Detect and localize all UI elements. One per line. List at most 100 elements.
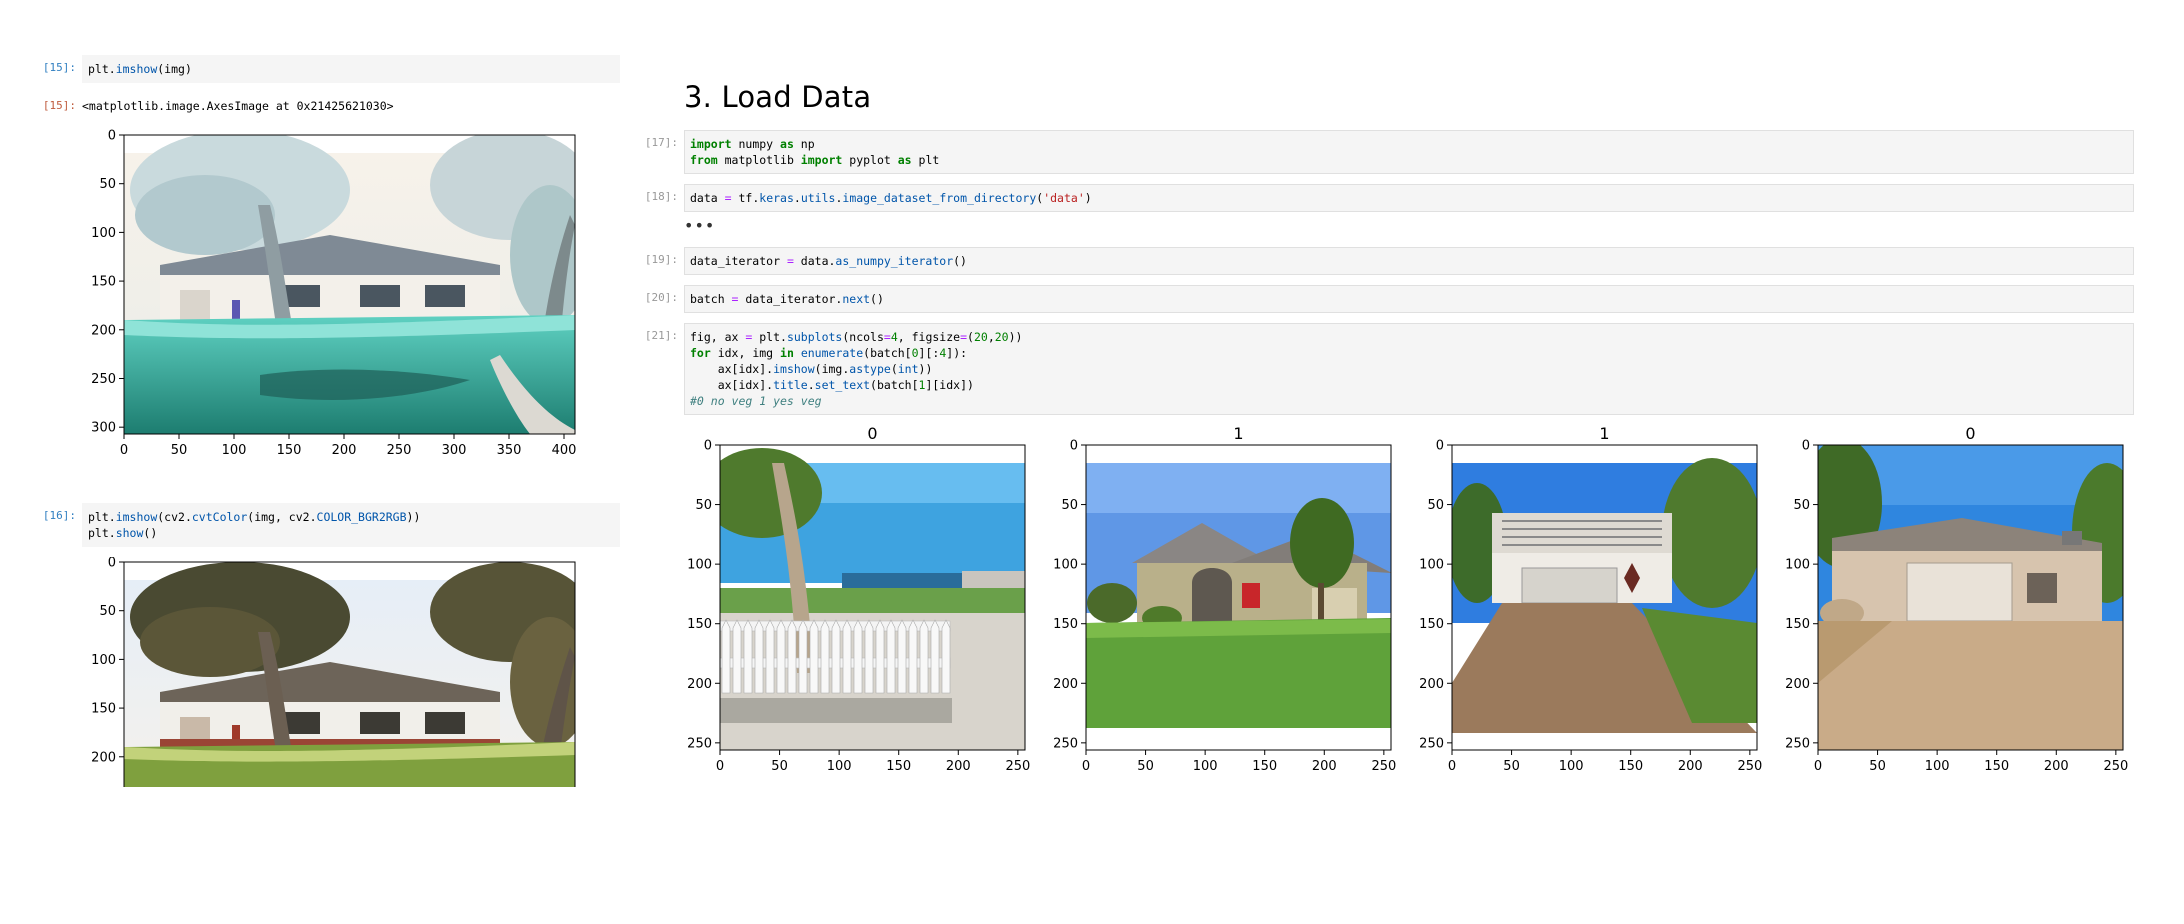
cell-21-prompt: [21]: <box>644 329 678 342</box>
subplot-1-image <box>720 445 1025 750</box>
rgb-house-image <box>124 562 575 787</box>
subplot-4-ytick-label-50: 50 <box>1793 498 1810 513</box>
subplot-1-ytick-label-250: 250 <box>687 736 712 751</box>
subplot-4-xtick-label-50: 50 <box>1869 759 1886 774</box>
code-cell-19[interactable]: [19]: data_iterator = data.as_numpy_iter… <box>632 247 2134 275</box>
plot16-ytick-label-0: 0 <box>108 557 116 571</box>
subplot-1-ytick-label-50: 50 <box>695 498 712 513</box>
subplot-1-ytick-label-200: 200 <box>687 677 712 692</box>
subplot-2-xtick-label-50: 50 <box>1137 759 1154 774</box>
subplot-4-ytick-label-0: 0 <box>1802 439 1810 454</box>
left-notebook-column: [15]: plt.imshow(img) [15]: <matplotlib.… <box>30 55 620 787</box>
cell-18-prompt: [18]: <box>644 190 678 203</box>
subplot-3-xtick-label-50: 50 <box>1503 759 1520 774</box>
subplot-3-ytick-label-250: 250 <box>1419 736 1444 751</box>
collapsed-output-ellipsis[interactable]: ••• <box>684 216 2134 235</box>
code-cell-15[interactable]: [15]: plt.imshow(img) <box>30 55 620 83</box>
subplot-4-title: 0 <box>1965 424 1975 443</box>
code-cell-17[interactable]: [17]: import numpy as np from matplotlib… <box>632 130 2134 174</box>
plot15-xtick-label-100: 100 <box>222 443 247 458</box>
subplot-3-ytick-label-100: 100 <box>1419 558 1444 573</box>
output-cell-15: [15]: <matplotlib.image.AxesImage at 0x2… <box>30 93 620 113</box>
section-heading-load-data: 3. Load Data <box>684 80 872 114</box>
plot-15-imshow: 0 50 100 150 200 250 300 0 50 100 150 200 250 300 350… <box>91 129 577 459</box>
subplot-3-xtick-label-200: 200 <box>1678 759 1703 774</box>
cell-15-out-prompt: [15]: <box>42 99 76 112</box>
plot15-xtick-label-300: 300 <box>442 443 467 458</box>
subplot-1-xtick-label-50: 50 <box>771 759 788 774</box>
code-cell-21[interactable]: [21]: fig, ax = plt.subplots(ncols=4, fi… <box>632 323 2134 415</box>
plot-15-yticks: 0 50 100 150 200 250 300 <box>91 129 124 436</box>
subplot-4-xtick-label-200: 200 <box>2044 759 2069 774</box>
plot-15-xticks: 0 50 100 150 200 250 300 350 400 <box>120 434 577 458</box>
subplot-4-xtick-label-0: 0 <box>1814 759 1822 774</box>
plot15-xtick-label-400: 400 <box>552 443 577 458</box>
subplot-4-ytick-label-150: 150 <box>1785 617 1810 632</box>
code-cell-16[interactable]: [16]: plt.imshow(cv2.cvtColor(img, cv2.C… <box>30 503 620 547</box>
subplot-1-ytick-label-100: 100 <box>687 558 712 573</box>
plot16-ytick-label-150: 150 <box>91 702 116 717</box>
subplot-1-title: 0 <box>867 424 877 443</box>
subplot-3-xtick-label-100: 100 <box>1559 759 1584 774</box>
subplot-3-ytick-label-0: 0 <box>1436 439 1444 454</box>
subplot-2-xtick-label-100: 100 <box>1193 759 1218 774</box>
subplot-2-ytick-label-50: 50 <box>1061 498 1078 513</box>
plot15-ytick-label-300: 300 <box>91 421 116 436</box>
cell-17-input[interactable]: import numpy as np from matplotlib impor… <box>684 130 2134 174</box>
code-cell-18[interactable]: [18]: data = tf.keras.utils.image_datase… <box>632 184 2134 212</box>
plot15-xtick-label-350: 350 <box>497 443 522 458</box>
subplot-2-xtick-label-250: 250 <box>1371 759 1396 774</box>
subplot-4-xtick-label-100: 100 <box>1925 759 1950 774</box>
cell-18-input[interactable]: data = tf.keras.utils.image_dataset_from… <box>684 184 2134 212</box>
subplot-3-ytick-label-150: 150 <box>1419 617 1444 632</box>
plot15-ytick-label-50: 50 <box>99 177 116 192</box>
cell-20-input[interactable]: batch = data_iterator.next() <box>684 285 2134 313</box>
plot15-ytick-label-0: 0 <box>108 129 116 144</box>
subplot-1-xtick-label-150: 150 <box>886 759 911 774</box>
subplot-3-xtick-label-0: 0 <box>1448 759 1456 774</box>
subplot-3-title: 1 <box>1599 424 1609 443</box>
plot16-ytick-label-50: 50 <box>99 604 116 619</box>
cell-21-input[interactable]: fig, ax = plt.subplots(ncols=4, figsize=… <box>684 323 2134 415</box>
subplot-2-xtick-label-150: 150 <box>1252 759 1277 774</box>
cell-16-input[interactable]: plt.imshow(cv2.cvtColor(img, cv2.COLOR_B… <box>82 503 620 547</box>
subplot-1-ytick-label-150: 150 <box>687 617 712 632</box>
cell-15-in-prompt: [15]: <box>42 61 76 74</box>
right-notebook-column: 3. Load Data [17]: import numpy as np fr… <box>632 80 2134 778</box>
subplot-2-ytick-label-250: 250 <box>1053 736 1078 751</box>
subplot-2-xtick-label-200: 200 <box>1312 759 1337 774</box>
subplot-2-ytick-label-0: 0 <box>1070 439 1078 454</box>
subplot-2-title: 1 <box>1233 424 1243 443</box>
subplot-4-ytick-label-250: 250 <box>1785 736 1810 751</box>
cell-15-output-text: <matplotlib.image.AxesImage at 0x2142562… <box>82 99 394 113</box>
subplot-2-ytick-label-150: 150 <box>1053 617 1078 632</box>
subplot-1-ytick-label-0: 0 <box>704 439 712 454</box>
subplot-1-xtick-label-250: 250 <box>1005 759 1030 774</box>
subplot-4-ytick-label-100: 100 <box>1785 558 1810 573</box>
subplot-4-image <box>1818 445 2123 750</box>
plot15-xtick-label-250: 250 <box>387 443 412 458</box>
subplot-1-xtick-label-100: 100 <box>827 759 852 774</box>
subplot-4-xtick-label-250: 250 <box>2103 759 2128 774</box>
plot15-xtick-label-50: 50 <box>171 443 188 458</box>
subplot-4-xtick-label-150: 150 <box>1984 759 2009 774</box>
cell-16-in-prompt: [16]: <box>42 509 76 522</box>
plot-16-yticks: 0 50 100 150 200 <box>91 557 124 765</box>
subplot-3-xtick-label-150: 150 <box>1618 759 1643 774</box>
plot15-ytick-label-150: 150 <box>91 275 116 290</box>
cell-19-prompt: [19]: <box>644 253 678 266</box>
cell-15-input[interactable]: plt.imshow(img) <box>82 55 620 83</box>
subplot-2-xtick-label-0: 0 <box>1082 759 1090 774</box>
cell-20-prompt: [20]: <box>644 291 678 304</box>
subplot-3-ytick-label-50: 50 <box>1427 498 1444 513</box>
subplot-2-image <box>1086 445 1391 750</box>
subplot-2-ytick-label-100: 100 <box>1053 558 1078 573</box>
code-cell-20[interactable]: [20]: batch = data_iterator.next() <box>632 285 2134 313</box>
subplot-2-ytick-label-200: 200 <box>1053 677 1078 692</box>
plot15-xtick-label-0: 0 <box>120 443 128 458</box>
plot15-xtick-label-150: 150 <box>277 443 302 458</box>
cell-19-input[interactable]: data_iterator = data.as_numpy_iterator() <box>684 247 2134 275</box>
plot15-ytick-label-200: 200 <box>91 323 116 338</box>
plot16-ytick-label-100: 100 <box>91 653 116 668</box>
plot-16-imshow: 0 50 100 150 200 <box>91 557 576 787</box>
